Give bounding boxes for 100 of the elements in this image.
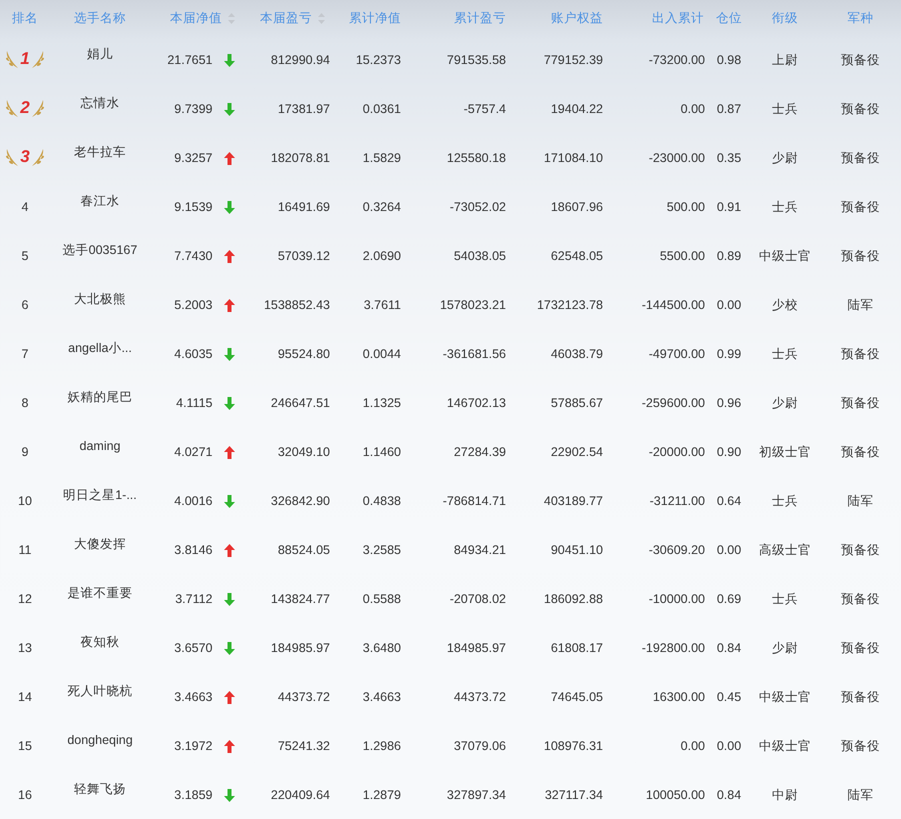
rank-number: 10 — [18, 494, 32, 508]
cash-flow: -30609.20 — [648, 543, 705, 558]
cumulative-profit: 27284.39 — [454, 445, 506, 460]
sort-icon[interactable] — [228, 12, 235, 24]
cash-flow: -20000.00 — [648, 445, 705, 460]
player-name[interactable]: 轻舞飞扬 — [74, 780, 126, 799]
cumulative-net-value: 0.0044 — [362, 347, 401, 362]
rank-title: 中级士官 — [759, 690, 811, 704]
cash-flow: 100050.00 — [646, 788, 705, 802]
service-branch: 陆军 — [848, 494, 874, 508]
player-name[interactable]: 选手0035167 — [62, 241, 138, 260]
profit-value: 184985.97 — [270, 641, 330, 656]
cumulative-profit: 791535.58 — [446, 53, 506, 68]
cash-flow: -10000.00 — [648, 592, 705, 606]
player-name[interactable]: 妖精的尾巴 — [68, 388, 132, 407]
account-equity: 61808.17 — [550, 641, 603, 656]
cumulative-profit: 184985.97 — [446, 641, 506, 656]
profit-value: 143824.77 — [270, 592, 330, 606]
service-branch: 预备役 — [841, 151, 880, 166]
profit-value: 1538852.43 — [264, 298, 330, 312]
cumulative-net-value: 0.0361 — [362, 102, 401, 116]
account-equity: 108976.31 — [544, 739, 603, 754]
rank-number: 9 — [22, 445, 28, 460]
rank-number: 12 — [18, 592, 32, 606]
player-name[interactable]: 春江水 — [80, 192, 120, 211]
service-branch: 预备役 — [841, 641, 880, 656]
net-value: 5.2003 — [174, 298, 213, 312]
cash-flow: -23000.00 — [648, 151, 705, 166]
column-header: 出入累计 — [651, 10, 705, 27]
cash-flow: 16300.00 — [652, 690, 705, 704]
account-equity: 171084.10 — [544, 151, 603, 166]
cash-flow: -259600.00 — [642, 396, 705, 410]
cumulative-net-value: 3.2585 — [362, 543, 401, 558]
player-name[interactable]: dongheqing — [67, 731, 133, 750]
profit-value: 246647.51 — [270, 396, 330, 410]
account-equity: 779152.39 — [544, 53, 603, 68]
account-equity: 1732123.78 — [536, 298, 603, 312]
net-value: 3.6570 — [174, 641, 213, 656]
player-name[interactable]: 是谁不重要 — [68, 584, 132, 603]
cumulative-profit: -73052.02 — [450, 200, 506, 214]
profit-value: 16491.69 — [278, 200, 330, 214]
account-equity: 327117.34 — [544, 788, 603, 802]
laurel-icon — [5, 49, 20, 69]
cumulative-profit: -5757.4 — [464, 102, 506, 116]
cash-flow: -73200.00 — [648, 53, 705, 68]
account-equity: 74645.05 — [550, 690, 603, 704]
profit-value: 182078.81 — [270, 151, 330, 166]
position-ratio: 0.87 — [716, 102, 742, 116]
service-branch: 预备役 — [841, 53, 880, 68]
cash-flow: 0.00 — [680, 102, 705, 116]
cumulative-net-value: 2.0690 — [362, 249, 401, 264]
player-name[interactable]: 忘情水 — [80, 94, 120, 113]
profit-value: 326842.90 — [270, 494, 330, 508]
player-name[interactable]: 大傻发挥 — [74, 535, 126, 554]
laurel-icon — [30, 49, 45, 69]
position-ratio: 0.84 — [716, 641, 742, 656]
rank-number: 6 — [22, 298, 28, 312]
rank-title: 中级士官 — [759, 249, 811, 264]
rank-title: 少校 — [772, 298, 798, 312]
service-branch: 预备役 — [841, 690, 880, 704]
account-equity: 186092.88 — [544, 592, 603, 606]
player-name[interactable]: 死人叶晓杭 — [68, 682, 132, 701]
cash-flow: -144500.00 — [642, 298, 705, 312]
player-name[interactable]: angella小... — [68, 339, 132, 358]
net-value: 3.8146 — [174, 543, 213, 558]
rank-number: 3 — [19, 146, 31, 168]
position-ratio: 0.00 — [716, 739, 742, 754]
player-name[interactable]: 明日之星1-... — [63, 486, 137, 505]
profit-value: 88524.05 — [278, 543, 330, 558]
net-value: 3.1859 — [174, 788, 213, 802]
rank-title: 士兵 — [772, 592, 798, 606]
player-name[interactable]: 娟儿 — [87, 45, 113, 64]
service-branch: 预备役 — [841, 543, 880, 558]
profit-value: 32049.10 — [278, 445, 330, 460]
service-branch: 预备役 — [841, 347, 880, 362]
net-value: 3.4663 — [174, 690, 213, 704]
cumulative-net-value: 0.4838 — [362, 494, 401, 508]
rank-number: 8 — [22, 396, 28, 410]
net-value: 9.1539 — [174, 200, 213, 214]
position-ratio: 0.90 — [716, 445, 742, 460]
sort-icon[interactable] — [318, 12, 325, 24]
player-name[interactable]: 夜知秋 — [80, 633, 120, 652]
position-ratio: 0.98 — [716, 53, 742, 68]
rank-title: 士兵 — [772, 347, 798, 362]
player-name[interactable]: daming — [80, 437, 120, 456]
cash-flow: -192800.00 — [642, 641, 705, 656]
player-name[interactable]: 老牛拉车 — [74, 143, 126, 162]
net-value: 4.0271 — [174, 445, 213, 460]
profit-value: 75241.32 — [278, 739, 330, 754]
account-equity: 90451.10 — [550, 543, 603, 558]
column-header: 衔级 — [771, 10, 799, 27]
cumulative-profit: 125580.18 — [446, 151, 506, 166]
cash-flow: -49700.00 — [648, 347, 705, 362]
cumulative-net-value: 0.5588 — [362, 592, 401, 606]
service-branch: 预备役 — [841, 249, 880, 264]
rank-number: 14 — [18, 690, 32, 704]
rank-title: 高级士官 — [759, 543, 811, 558]
player-name[interactable]: 大北极熊 — [74, 290, 126, 309]
rank-number: 16 — [18, 788, 32, 802]
service-branch: 陆军 — [848, 788, 874, 802]
